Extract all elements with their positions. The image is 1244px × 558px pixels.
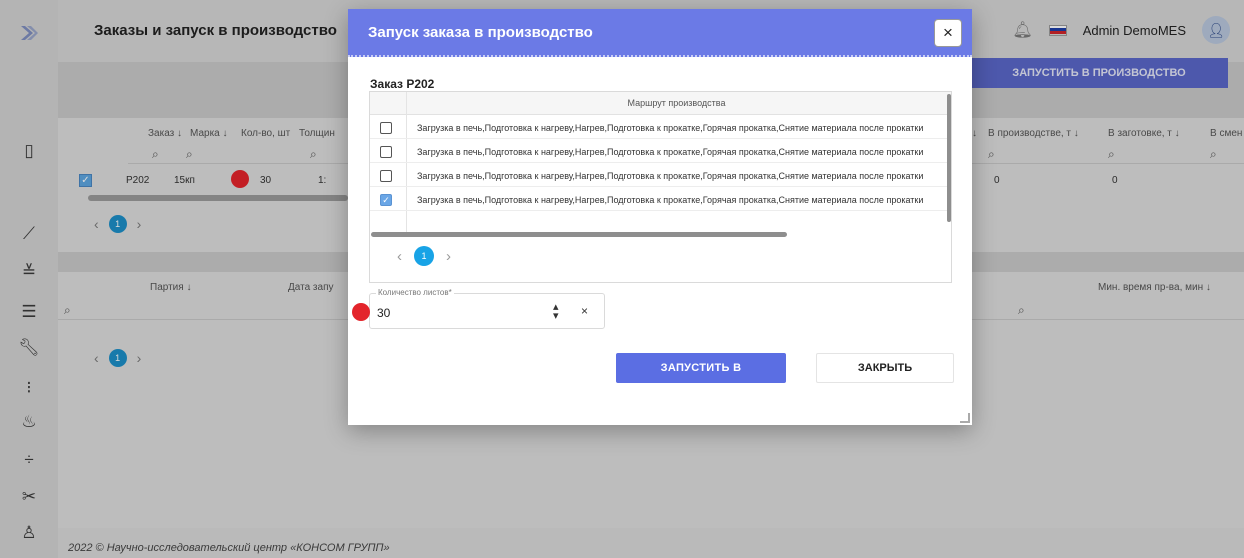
routes-table-header: Маршрут производства (370, 92, 951, 115)
routes-pagination: ‹ 1 › (397, 246, 451, 266)
clear-icon[interactable]: × (581, 304, 588, 318)
prev-page-icon[interactable]: ‹ (397, 248, 402, 265)
horizontal-scrollbar[interactable] (371, 232, 787, 237)
route-checkbox[interactable] (380, 170, 392, 182)
table-row[interactable]: ✓ Загрузка в печь,Подготовка к нагреву,Н… (370, 188, 951, 211)
table-row[interactable]: Загрузка в печь,Подготовка к нагреву,Наг… (370, 116, 951, 139)
route-text: Загрузка в печь,Подготовка к нагреву,Наг… (417, 147, 924, 157)
route-checkbox[interactable] (380, 122, 392, 134)
close-icon[interactable]: × (934, 19, 962, 47)
table-row[interactable]: Загрузка в печь,Подготовка к нагреву,Наг… (370, 140, 951, 163)
route-text: Загрузка в печь,Подготовка к нагреву,Наг… (417, 195, 924, 205)
launch-button[interactable]: ЗАПУСТИТЬ В ПРОИЗВОДСТ... (616, 353, 786, 404)
sheet-quantity-label: Количество листов* (376, 288, 454, 297)
col-route[interactable]: Маршрут производства (406, 98, 947, 108)
spinner-icon[interactable]: ▴ ▾ (553, 302, 559, 322)
sheet-quantity-field[interactable]: Количество листов* 30 ▴ ▾ × (369, 288, 605, 329)
launch-order-dialog: Запуск заказа в производство × Заказ P20… (348, 9, 972, 425)
resize-handle[interactable] (960, 413, 970, 423)
order-label: Заказ P202 (370, 77, 435, 91)
dialog-title: Запуск заказа в производство (368, 24, 593, 41)
dialog-header: Запуск заказа в производство × (348, 9, 972, 57)
close-button[interactable]: ЗАКРЫТЬ (816, 353, 954, 383)
vertical-scrollbar[interactable] (947, 94, 951, 222)
route-checkbox[interactable] (380, 146, 392, 158)
marker-dot (352, 303, 370, 321)
sheet-quantity-input[interactable]: 30 (377, 306, 390, 320)
route-text: Загрузка в печь,Подготовка к нагреву,Наг… (417, 171, 924, 181)
route-text: Загрузка в печь,Подготовка к нагреву,Наг… (417, 123, 924, 133)
page-button[interactable]: 1 (414, 246, 434, 266)
next-page-icon[interactable]: › (446, 248, 451, 265)
route-checkbox-checked[interactable]: ✓ (380, 194, 392, 206)
routes-table: Маршрут производства Загрузка в печь,Под… (369, 91, 952, 283)
table-row[interactable]: Загрузка в печь,Подготовка к нагреву,Наг… (370, 164, 951, 187)
